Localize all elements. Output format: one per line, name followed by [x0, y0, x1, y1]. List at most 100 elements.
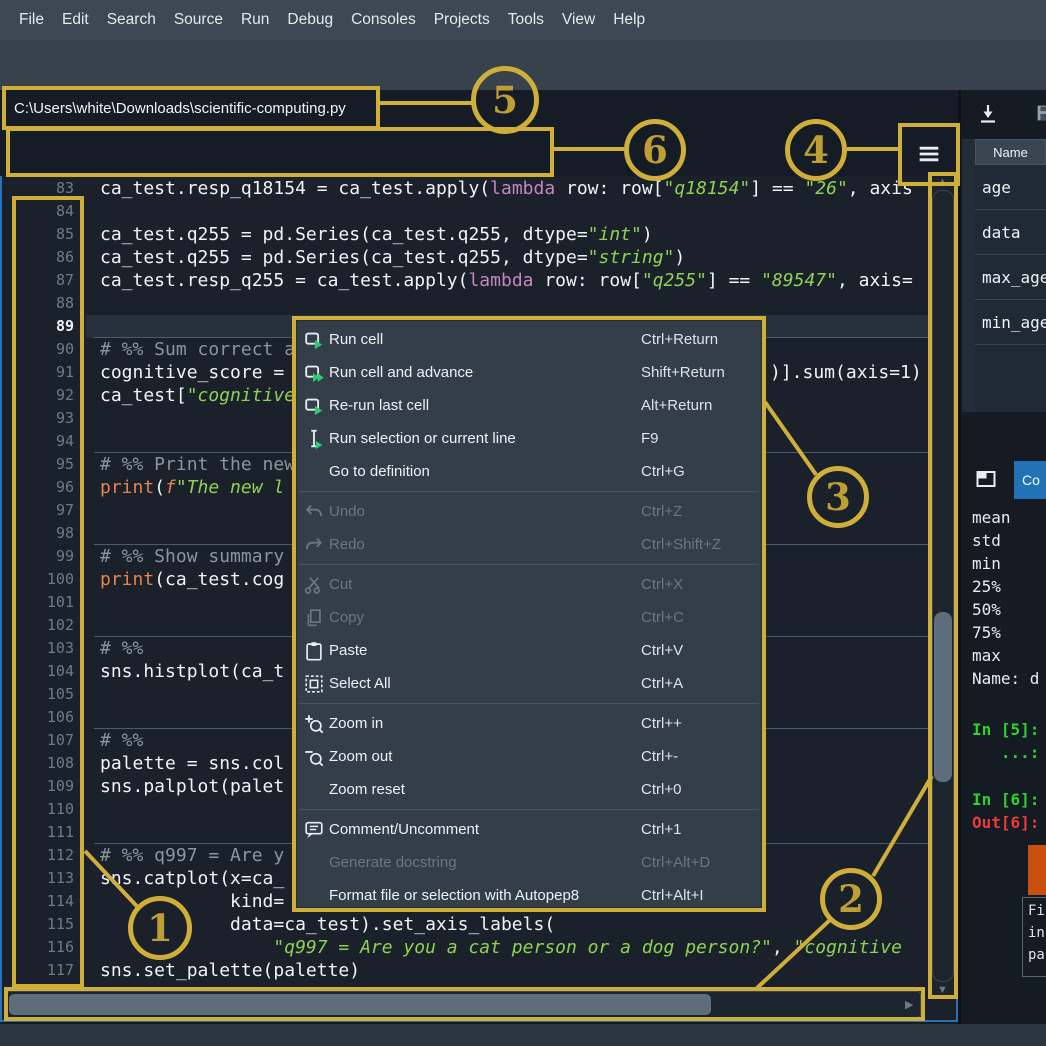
line-number[interactable]: 92 — [12, 384, 74, 407]
line-number[interactable]: 99 — [12, 545, 74, 568]
menu-item-format-file-or-selection-with-autopep8[interactable]: Format file or selection with Autopep8Ct… — [297, 879, 761, 912]
shortcut-label: Ctrl+Shift+Z — [641, 536, 721, 553]
menu-item-run-selection-or-current-line[interactable]: Run selection or current lineF9 — [297, 422, 761, 455]
menu-debug[interactable]: Debug — [278, 11, 342, 29]
line-number[interactable]: 97 — [12, 499, 74, 522]
menu-item-cut[interactable]: CutCtrl+X — [297, 568, 761, 601]
line-number[interactable]: 105 — [12, 683, 74, 706]
menu-consoles[interactable]: Consoles — [342, 11, 425, 29]
line-number[interactable]: 91 — [12, 361, 74, 384]
menu-edit[interactable]: Edit — [53, 11, 98, 29]
menu-item-zoom-in[interactable]: Zoom inCtrl++ — [297, 707, 761, 740]
menu-item-run-cell-and-advance[interactable]: Run cell and advanceShift+Return — [297, 356, 761, 389]
line-number[interactable]: 102 — [12, 614, 74, 637]
line-number[interactable]: 113 — [12, 867, 74, 890]
line-number[interactable]: 107 — [12, 729, 74, 752]
menu-item-run-cell[interactable]: Run cellCtrl+Return — [297, 323, 761, 356]
variable-row-min_age[interactable]: min_age — [975, 300, 1046, 345]
line-number[interactable]: 109 — [12, 775, 74, 798]
menu-item-select-all[interactable]: Select AllCtrl+A — [297, 667, 761, 700]
menu-item-comment-uncomment[interactable]: Comment/UncommentCtrl+1 — [297, 813, 761, 846]
line-number[interactable]: 89 — [12, 315, 74, 338]
code-line-fragment: )].sum(axis=1) — [770, 361, 922, 384]
menu-item-copy[interactable]: CopyCtrl+C — [297, 601, 761, 634]
tab-console[interactable]: Co — [1014, 461, 1046, 499]
shortcut-label: F9 — [641, 430, 659, 447]
line-number[interactable]: 115 — [12, 913, 74, 936]
menu-file[interactable]: File — [10, 11, 53, 29]
line-number[interactable]: 96 — [12, 476, 74, 499]
zoom-in-icon — [303, 713, 329, 735]
line-number[interactable]: 84 — [12, 200, 74, 223]
line-number[interactable]: 101 — [12, 591, 74, 614]
line-number[interactable]: 88 — [12, 292, 74, 315]
line-number[interactable]: 87 — [12, 269, 74, 292]
scroll-down-arrow[interactable]: ▼ — [937, 984, 948, 996]
menu-tools[interactable]: Tools — [499, 11, 553, 29]
code-line: ca_test.q255 = pd.Series(ca_test.q255, d… — [100, 223, 653, 246]
line-number[interactable]: 85 — [12, 223, 74, 246]
code-line: sns.palplot(palet — [100, 775, 284, 798]
menu-item-zoom-reset[interactable]: Zoom resetCtrl+0 — [297, 773, 761, 806]
spyder-window: FileEditSearchSourceRunDebugConsolesProj… — [0, 0, 1046, 1046]
line-number[interactable]: 86 — [12, 246, 74, 269]
line-number[interactable]: 90 — [12, 338, 74, 361]
menu-search[interactable]: Search — [98, 11, 165, 29]
line-number[interactable]: 100 — [12, 568, 74, 591]
editor-tab-bar: temp.py×scientific-computing.py×financia… — [0, 128, 958, 176]
code-line: ca_test.q255 = pd.Series(ca_test.q255, d… — [100, 246, 685, 269]
menu-source[interactable]: Source — [165, 11, 232, 29]
menu-item-paste[interactable]: PasteCtrl+V — [297, 634, 761, 667]
menu-item-undo[interactable]: UndoCtrl+Z — [297, 495, 761, 528]
code-line: ca_test.resp_q18154 = ca_test.apply(lamb… — [100, 177, 913, 200]
menu-help[interactable]: Help — [604, 11, 654, 29]
variable-table-name-header[interactable]: Name — [975, 139, 1046, 165]
shortcut-label: Ctrl+Z — [641, 503, 682, 520]
editor-horizontal-scrollbar[interactable]: ▶ — [6, 991, 921, 1018]
editor-options-menu-button[interactable] — [915, 140, 943, 168]
line-number[interactable]: 106 — [12, 706, 74, 729]
line-number[interactable]: 108 — [12, 752, 74, 775]
line-number[interactable]: 110 — [12, 798, 74, 821]
menu-item-go-to-definition[interactable]: Go to definitionCtrl+G — [297, 455, 761, 488]
line-number[interactable]: 83 — [12, 177, 74, 200]
undock-console-icon[interactable] — [974, 466, 998, 490]
line-number[interactable]: 94 — [12, 430, 74, 453]
line-number[interactable]: 103 — [12, 637, 74, 660]
console-output-line: min — [972, 552, 1001, 575]
menu-separator — [299, 809, 759, 810]
menu-projects[interactable]: Projects — [425, 11, 499, 29]
menu-item-redo[interactable]: RedoCtrl+Shift+Z — [297, 528, 761, 561]
line-number[interactable]: 93 — [12, 407, 74, 430]
line-number[interactable]: 112 — [12, 844, 74, 867]
line-number[interactable]: 98 — [12, 522, 74, 545]
scroll-right-arrow[interactable]: ▶ — [905, 998, 913, 1011]
line-number[interactable]: 114 — [12, 890, 74, 913]
scroll-up-arrow[interactable]: ▲ — [937, 176, 948, 188]
menu-run[interactable]: Run — [232, 11, 278, 29]
run-cell-icon — [303, 329, 329, 351]
line-number[interactable]: 95 — [12, 453, 74, 476]
variable-table-empty-area — [975, 345, 1046, 412]
menu-separator — [299, 491, 759, 492]
menu-item-zoom-out[interactable]: Zoom outCtrl+- — [297, 740, 761, 773]
vertical-scroll-track[interactable] — [932, 190, 954, 982]
menu-item-re-run-last-cell[interactable]: Re-run last cellAlt+Return — [297, 389, 761, 422]
save-data-icon[interactable] — [1034, 102, 1046, 126]
line-number[interactable]: 117 — [12, 959, 74, 982]
cut-icon — [303, 574, 329, 596]
menu-item-generate-docstring[interactable]: Generate docstringCtrl+Alt+D — [297, 846, 761, 879]
hamburger-icon — [915, 155, 943, 172]
import-data-icon[interactable] — [976, 102, 1000, 126]
vertical-scroll-thumb[interactable] — [934, 612, 952, 782]
line-number[interactable]: 111 — [12, 821, 74, 844]
editor-vertical-scrollbar[interactable]: ▲ ▼ — [930, 178, 956, 998]
line-number[interactable]: 104 — [12, 660, 74, 683]
variable-row-max_age[interactable]: max_age — [975, 255, 1046, 300]
horizontal-scroll-thumb[interactable] — [9, 994, 711, 1015]
variable-row-age[interactable]: age — [975, 165, 1046, 210]
comment-icon — [303, 819, 329, 841]
variable-row-data[interactable]: data — [975, 210, 1046, 255]
line-number[interactable]: 116 — [12, 936, 74, 959]
menu-view[interactable]: View — [553, 11, 604, 29]
